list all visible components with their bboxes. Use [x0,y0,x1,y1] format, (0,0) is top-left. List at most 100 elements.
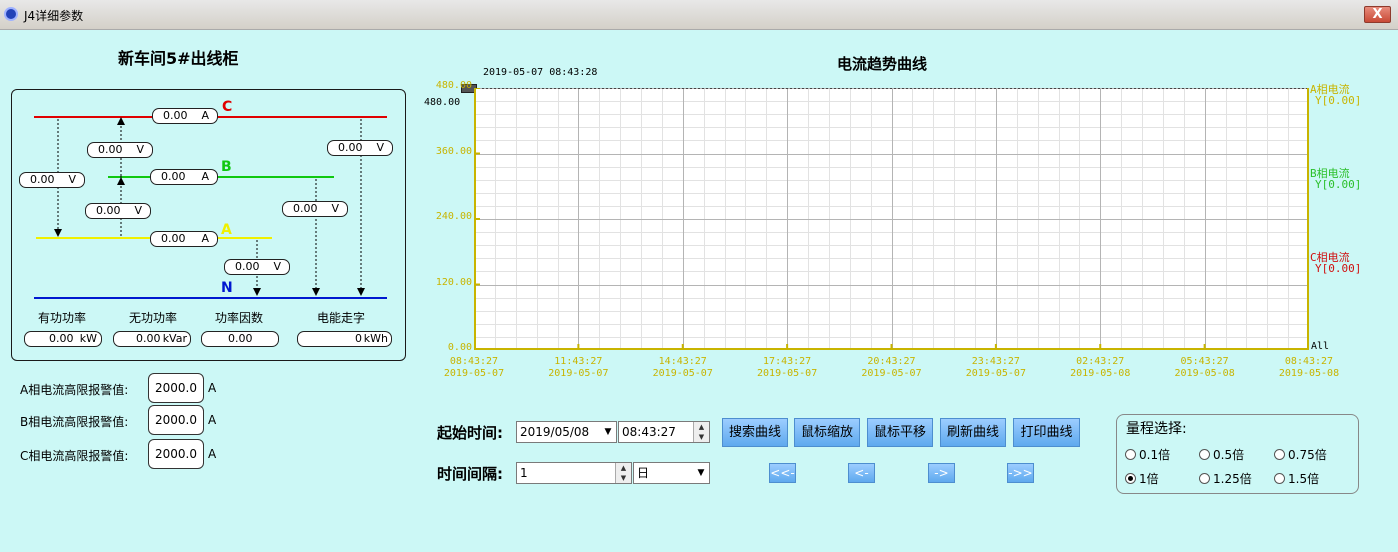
legend-b-readout: Y[0.00] [1315,178,1362,191]
y-tick-label: 120.00 [435,276,472,288]
print-curve-button[interactable]: 打印曲线 [1013,418,1080,447]
time-spinner-icon[interactable]: ▲ ▼ [693,422,709,442]
radio-icon[interactable] [1199,473,1210,484]
search-curve-button[interactable]: 搜索曲线 [722,418,788,447]
alarm-a-value[interactable]: 2000.0 [148,373,204,403]
range-option-label: 1.25倍 [1213,472,1252,486]
cabinet-title: 新车间5#出线柜 [118,49,239,68]
voltage-bn-readout: 0.00 V [282,201,348,217]
y-tick-label: 480.00 [435,80,472,91]
radio-icon[interactable] [1274,473,1285,484]
reactive-power-label: 无功功率 [129,311,178,325]
nav-next-button[interactable]: -> [928,463,955,483]
voltage-ba-readout: 0.00 V [85,203,151,219]
range-option[interactable]: 0.1倍 [1125,446,1170,463]
radio-icon[interactable] [1125,473,1136,484]
alarm-a-label: A相电流高限报警值: [20,383,129,397]
legend-c-readout: Y[0.00] [1315,262,1362,275]
alarm-c-value[interactable]: 2000.0 [148,439,204,469]
voltage-cn-readout: 0.00 V [327,140,393,156]
range-option-label: 1.5倍 [1288,472,1320,486]
range-option-label: 1倍 [1139,472,1159,486]
range-option[interactable]: 0.5倍 [1199,446,1244,463]
cursor-value: 480.00 [424,97,461,108]
nav-prev-button[interactable]: <- [848,463,875,483]
interval-label: 时间间隔: [437,465,503,483]
range-title: 量程选择: [1126,421,1187,437]
phase-n-label: N [221,280,233,296]
x-tick-label: 20:43:27 2019-05-07 [861,356,922,379]
mouse-zoom-button[interactable]: 鼠标缩放 [794,418,860,447]
alarm-a-unit: A [208,381,217,395]
x-tick-label: 11:43:27 2019-05-07 [548,356,609,379]
range-selector: 量程选择: 0.1倍 0.5倍 0.75倍 1倍 1.25倍 1.5倍 [1116,414,1359,494]
interval-spinner-icon[interactable]: ▲ ▼ [615,463,631,483]
x-tick-label: 02:43:27 2019-05-08 [1070,356,1131,379]
alarm-c-unit: A [208,447,217,461]
phase-a-label: A [221,222,232,238]
legend-a: A相电流 Y[0.00] [1310,84,1361,106]
alarm-b-unit: A [208,413,217,427]
start-date-picker[interactable]: 2019/05/08 ▼ [516,421,617,443]
legend-all[interactable]: All [1311,341,1329,352]
x-tick-label: 17:43:27 2019-05-07 [757,356,818,379]
cursor-time: 2019-05-07 08:43:28 [483,67,598,78]
phase-c-label: C [222,99,233,115]
close-button[interactable]: X [1364,6,1391,23]
radio-icon[interactable] [1199,449,1210,460]
start-time-label: 起始时间: [437,424,503,442]
radio-icon[interactable] [1274,449,1285,460]
range-option[interactable]: 1.5倍 [1274,470,1319,487]
y-tick-label: 360.00 [435,145,472,157]
reactive-power-readout: 0.00 kVar [113,331,191,347]
range-option[interactable]: 0.75倍 [1274,446,1327,463]
alarm-b-value[interactable]: 2000.0 [148,405,204,435]
power-factor-label: 功率因数 [215,311,264,325]
y-tick-label: 240.00 [435,211,472,222]
x-tick-label: 05:43:27 2019-05-08 [1174,356,1235,379]
power-factor-readout: 0.00 [201,331,279,347]
radio-icon[interactable] [1125,449,1136,460]
interval-input[interactable]: 1 ▲ ▼ [516,462,632,484]
active-power-readout: 0.00 kW [24,331,102,347]
energy-label: 电能走字 [317,311,366,325]
range-option-label: 0.75倍 [1288,448,1327,462]
voltage-an-readout: 0.00 V [224,259,290,275]
legend-a-readout: Y[0.00] [1315,94,1362,107]
range-option[interactable]: 1.25倍 [1199,470,1252,487]
x-tick-label: 08:43:27 2019-05-07 [443,356,505,379]
voltage-cb-readout: 0.00 V [87,142,153,158]
range-option-label: 0.5倍 [1213,448,1245,462]
legend-c: C相电流 Y[0.00] [1310,252,1361,274]
phase-b-label: B [221,159,232,175]
legend-b: B相电流 Y[0.00] [1310,168,1361,190]
range-option[interactable]: 1倍 [1125,470,1159,487]
energy-readout: 0 kWh [297,331,392,347]
refresh-curve-button[interactable]: 刷新曲线 [940,418,1006,447]
range-option-label: 0.1倍 [1139,448,1171,462]
title-bar: J4详细参数 X [0,0,1398,30]
current-c-readout: 0.00 A [152,108,218,124]
x-tick-label: 23:43:27 2019-05-07 [965,356,1026,379]
chart-title: 电流趋势曲线 [837,55,928,73]
nav-last-button[interactable]: ->> [1007,463,1034,483]
x-tick-label: 14:43:27 2019-05-07 [652,356,713,379]
alarm-c-label: C相电流高限报警值: [20,449,129,463]
nav-first-button[interactable]: <<- [769,463,796,483]
voltage-ca-readout: 0.00 V [19,172,85,188]
start-time-field[interactable]: 08:43:27 ▲ ▼ [618,421,710,443]
x-tick-label: 08:43:27 2019-05-08 [1278,356,1340,379]
interval-unit-select[interactable]: 日 ▼ [633,462,710,484]
y-tick-label: 0.00 [447,342,472,353]
window-title: J4详细参数 [24,9,84,23]
chevron-down-icon[interactable]: ▼ [693,463,709,483]
chevron-down-icon[interactable]: ▼ [600,422,616,442]
wiring-diagram: C B A N 0.00 A 0.00 A 0.00 A 0.00 V 0.00 V 0.… [11,89,406,361]
mouse-pan-button[interactable]: 鼠标平移 [867,418,933,447]
current-b-readout: 0.00 A [150,169,218,185]
chart-plot-area[interactable] [474,88,1309,350]
current-a-readout: 0.00 A [150,231,218,247]
app-icon [4,7,18,21]
alarm-b-label: B相电流高限报警值: [20,415,129,429]
active-power-label: 有功功率 [38,311,87,325]
